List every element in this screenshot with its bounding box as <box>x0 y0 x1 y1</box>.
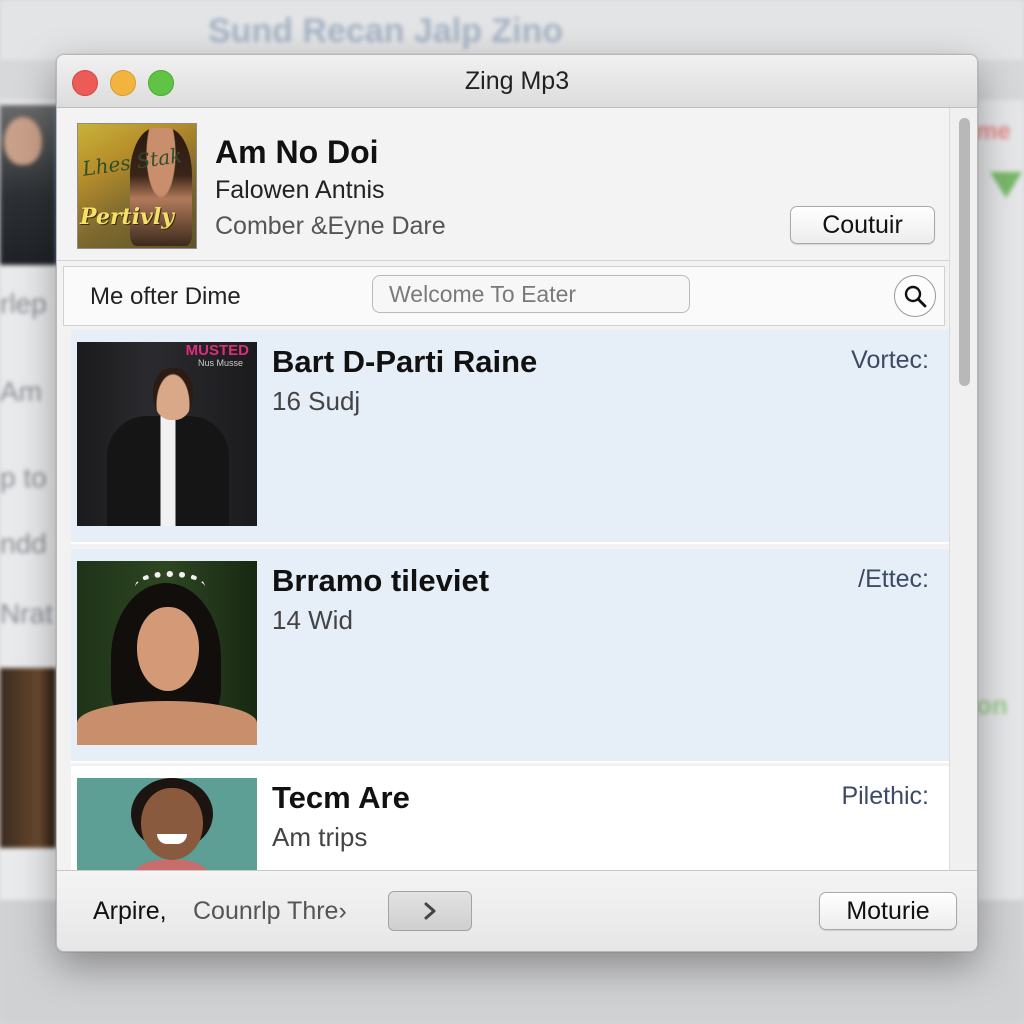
track-subtitle: 14 Wid <box>272 605 353 635</box>
track-tag: Vortec: <box>851 346 929 374</box>
background-right-text: on <box>976 690 1008 720</box>
scrollbar-thumb[interactable] <box>959 118 970 386</box>
album-art-text: Pertivly <box>80 204 174 230</box>
track-thumbnail: MUSTED Nus Musse <box>77 342 257 526</box>
track-subtitle: 16 Sudj <box>272 386 361 416</box>
tiara-icon <box>135 571 205 603</box>
background-avatar <box>0 668 56 848</box>
filter-label: Me ofter Dime <box>90 283 241 310</box>
track-title: Brramo tileviet <box>272 563 490 598</box>
search-icon <box>904 285 927 308</box>
now-playing-title: Am No Doi <box>215 134 379 170</box>
more-button[interactable]: Moturie <box>819 892 957 930</box>
next-button[interactable] <box>388 891 472 931</box>
background-side-text: Nrat <box>0 598 53 629</box>
background-triangle-icon <box>990 172 1022 198</box>
track-tag: /Ettec: <box>858 565 929 593</box>
search-input[interactable] <box>372 275 690 313</box>
track-title: Bart D-Parti Raine <box>272 344 538 379</box>
background-right-panel <box>976 100 1024 920</box>
thumbnail-text: MUSTED <box>185 342 249 359</box>
footer-label: Arpire, <box>93 897 167 925</box>
thumbnail-figure <box>77 701 257 745</box>
background-title: Sund Recan Jalp Zino <box>208 12 564 50</box>
music-player-window: Zing Mp3 Lhes Stak Pertivly Am No Doi Fa… <box>56 54 978 952</box>
window-content: Lhes Stak Pertivly Am No Doi Falowen Ant… <box>57 108 977 921</box>
album-art[interactable]: Lhes Stak Pertivly <box>77 123 197 249</box>
thumbnail-figure-face <box>137 607 199 691</box>
background-side-text: ndd <box>0 528 47 559</box>
background-side-text: Am <box>0 376 42 407</box>
track-tag: Pilethic: <box>841 782 929 810</box>
track-thumbnail <box>77 561 257 745</box>
background-side-text: p to <box>0 462 47 493</box>
thumbnail-figure-head <box>153 368 193 420</box>
now-playing-artist: Falowen Antnis <box>215 176 385 204</box>
list-item[interactable]: MUSTED Nus Musse Bart D-Parti Raine 16 S… <box>71 330 949 544</box>
thumbnail-figure <box>107 416 229 526</box>
footer-toolbar: Arpire, Counrlp Thre› Moturie <box>57 870 977 951</box>
track-list: MUSTED Nus Musse Bart D-Parti Raine 16 S… <box>71 330 949 921</box>
scrollbar[interactable] <box>949 108 977 921</box>
filter-bar: Me ofter Dime <box>63 266 945 326</box>
now-playing-panel: Lhes Stak Pertivly Am No Doi Falowen Ant… <box>57 108 949 261</box>
footer-link[interactable]: Counrlp Thre› <box>193 897 347 926</box>
track-title: Tecm Are <box>272 780 410 815</box>
background-side-text: rlep <box>0 288 47 319</box>
search-button[interactable] <box>894 275 936 317</box>
thumbnail-figure-face <box>141 788 203 860</box>
background-right-text: me <box>976 118 1011 145</box>
now-playing-album: Comber &Eyne Dare <box>215 212 446 240</box>
title-bar[interactable]: Zing Mp3 <box>57 55 977 108</box>
track-subtitle: Am trips <box>272 822 368 852</box>
list-item[interactable]: Brramo tileviet 14 Wid /Ettec: <box>71 549 949 763</box>
window-title: Zing Mp3 <box>464 67 570 95</box>
continue-button[interactable]: Coutuir <box>790 206 935 244</box>
background-avatar <box>0 105 60 265</box>
chevron-right-icon <box>424 902 436 920</box>
thumbnail-subtext: Nus Musse <box>197 358 243 368</box>
